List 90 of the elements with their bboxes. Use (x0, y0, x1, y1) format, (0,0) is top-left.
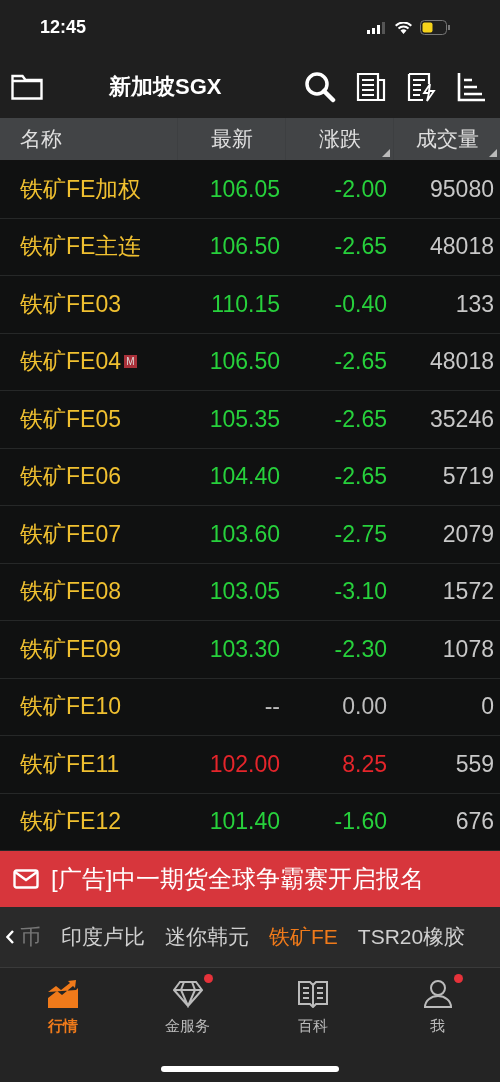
last-price: 110.15 (211, 290, 280, 317)
quote-row[interactable]: 铁矿FE08 103.05 -3.10 1572 (0, 563, 500, 621)
quote-row[interactable]: 铁矿FE09 103.30 -2.30 1078 (0, 621, 500, 679)
volume: 48018 (430, 233, 494, 260)
volume: 2079 (442, 520, 494, 547)
contract-name: 铁矿FE11 (20, 749, 120, 779)
price-change: -3.10 (334, 578, 387, 605)
price-change: -1.60 (334, 808, 387, 835)
last-price: 104.40 (209, 463, 280, 490)
last-price: 106.05 (209, 175, 280, 202)
column-header[interactable]: 成交量 (394, 118, 500, 160)
category-tab[interactable]: 印度卢比 (61, 923, 145, 951)
signal-icon (367, 21, 387, 34)
person-icon (422, 980, 453, 1008)
volume: 0 (481, 693, 494, 720)
last-price: 101.40 (209, 808, 280, 835)
wifi-icon (395, 21, 412, 34)
contract-name: 铁矿FE08 (20, 577, 121, 607)
contract-name: 铁矿FE05 (20, 404, 121, 434)
news-icon[interactable] (356, 71, 386, 102)
price-change: 8.25 (342, 750, 387, 777)
category-tab[interactable]: TSR20橡胶 (357, 923, 466, 951)
price-change: -2.65 (334, 233, 387, 260)
contract-name: 铁矿FE主连 (20, 232, 142, 262)
volume: 48018 (430, 348, 494, 375)
nav-tab[interactable]: 金服务 (125, 968, 250, 1044)
ad-banner[interactable]: [广告]中一期货全球争霸赛开启报名 (0, 851, 500, 907)
last-price: 105.35 (209, 405, 280, 432)
price-change: -2.75 (334, 520, 387, 547)
list-chart-icon[interactable] (456, 71, 486, 102)
nav-tab[interactable]: 我 (375, 968, 500, 1044)
contract-name: 铁矿FE12 (20, 807, 121, 837)
price-change: -2.65 (334, 463, 387, 490)
contract-name: 铁矿FE03 (20, 289, 121, 319)
volume: 559 (455, 750, 494, 777)
nav-tab[interactable]: 行情 (0, 968, 125, 1044)
quote-row[interactable]: 铁矿FE03 110.15 -0.40 133 (0, 276, 500, 334)
price-change: -2.30 (334, 635, 387, 662)
chevron-left-icon[interactable] (6, 930, 14, 944)
price-change: -2.00 (334, 175, 387, 202)
quote-row[interactable]: 铁矿FE主连 106.50 -2.65 48018 (0, 218, 500, 276)
contract-name: 铁矿FE04 (20, 347, 121, 377)
price-change: -2.65 (334, 348, 387, 375)
nav-tab[interactable]: 百科 (250, 968, 375, 1044)
price-change: 0.00 (342, 693, 387, 720)
last-price: 106.50 (209, 348, 280, 375)
last-price: 103.05 (209, 578, 280, 605)
chart-icon (47, 980, 78, 1008)
volume: 676 (455, 808, 494, 835)
window-title: 新加坡SGX (109, 72, 222, 101)
flash-report-icon[interactable] (406, 71, 436, 102)
column-header[interactable]: 名称 (0, 118, 177, 160)
contract-name: 铁矿FE09 (20, 634, 121, 664)
last-price: 102.00 (209, 750, 280, 777)
volume: 95080 (430, 175, 494, 202)
book-icon (297, 980, 328, 1008)
column-header[interactable]: 最新 (178, 118, 285, 160)
quote-row[interactable]: 铁矿FE07 103.60 -2.75 2079 (0, 506, 500, 564)
search-icon[interactable] (304, 70, 336, 103)
last-price: 103.60 (209, 520, 280, 547)
quote-row[interactable]: 铁矿FE加权 106.05 -2.00 95080 (0, 161, 500, 219)
diamond-icon (172, 980, 203, 1008)
quote-row[interactable]: 铁矿FE04 M 106.50 -2.65 48018 (0, 333, 500, 391)
volume: 1078 (442, 635, 494, 662)
price-change: -2.65 (334, 405, 387, 432)
price-change: -0.40 (334, 290, 387, 317)
contract-name: 铁矿FE06 (20, 462, 121, 492)
mail-icon (13, 869, 39, 889)
last-price: 103.30 (209, 635, 280, 662)
volume: 133 (455, 290, 494, 317)
volume: 5719 (442, 463, 494, 490)
category-tab[interactable]: 迷你韩元 (165, 923, 249, 951)
ad-text: [广告]中一期货全球争霸赛开启报名 (51, 864, 425, 894)
last-price: 106.50 (209, 233, 280, 260)
battery-icon (420, 20, 450, 35)
quote-row[interactable]: 铁矿FE11 102.00 8.25 559 (0, 736, 500, 794)
contract-name: 铁矿FE07 (20, 519, 121, 549)
category-tab[interactable]: 铁矿FE (269, 923, 338, 951)
market-badge: M (124, 355, 137, 369)
last-price: -- (264, 693, 280, 720)
column-header[interactable]: 涨跌 (286, 118, 393, 160)
volume: 35246 (430, 405, 494, 432)
contract-name: 铁矿FE加权 (20, 174, 142, 204)
quote-row[interactable]: 铁矿FE05 105.35 -2.65 35246 (0, 391, 500, 449)
contract-name: 铁矿FE10 (20, 692, 121, 722)
volume: 1572 (442, 578, 494, 605)
folder-icon[interactable] (11, 73, 43, 100)
quote-row[interactable]: 铁矿FE06 104.40 -2.65 5719 (0, 448, 500, 506)
quote-row[interactable]: 铁矿FE10 -- 0.00 0 (0, 678, 500, 736)
status-time: 12:45 (40, 17, 87, 38)
